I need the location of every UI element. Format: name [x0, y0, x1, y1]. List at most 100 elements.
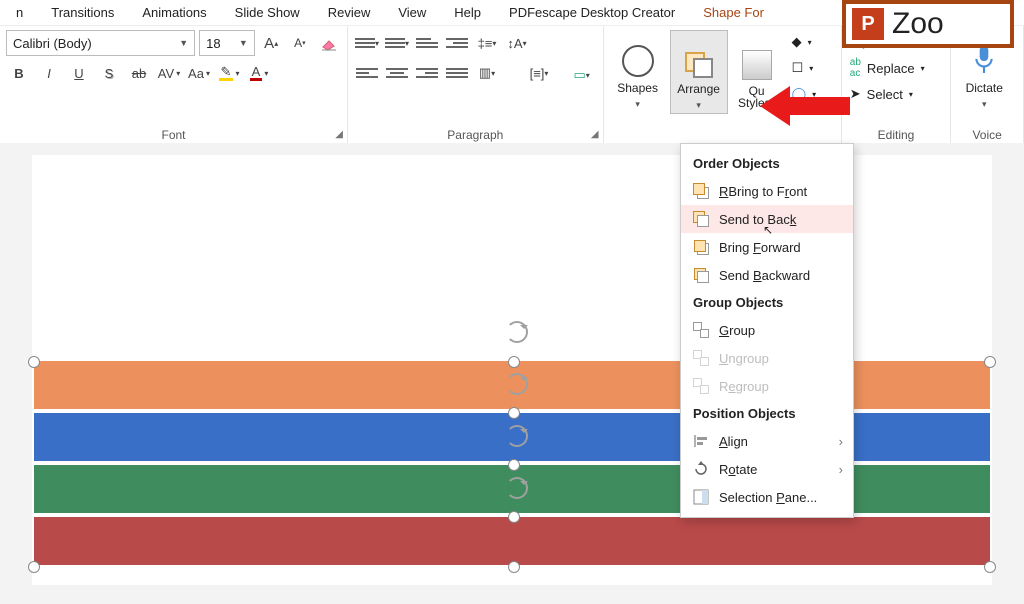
selection-pane-icon: [693, 489, 709, 505]
selection-handle[interactable]: [508, 511, 520, 523]
underline-button[interactable]: U: [66, 60, 92, 86]
text-direction-button[interactable]: ↕A▾: [504, 30, 530, 56]
increase-indent-button[interactable]: [444, 30, 470, 56]
chevron-right-icon: ›: [839, 462, 843, 477]
select-button[interactable]: ➤Select▾: [848, 82, 945, 106]
italic-button[interactable]: I: [36, 60, 62, 86]
send-backward-icon: [693, 267, 709, 283]
selection-handle[interactable]: [28, 356, 40, 368]
menu-align[interactable]: Align ›: [681, 427, 853, 455]
menu-rotate[interactable]: Rotate ›: [681, 455, 853, 483]
chevron-down-icon: ▾: [206, 69, 210, 78]
highlight-icon: ✎: [219, 66, 234, 81]
eraser-icon: [320, 34, 338, 52]
group-label-editing: Editing: [848, 126, 945, 142]
menu-send-to-back[interactable]: Send to Back ↖: [681, 205, 853, 233]
dropdown-header-position: Position Objects: [681, 400, 853, 427]
line-spacing-icon: ‡≡: [478, 36, 493, 51]
group-icon: [693, 322, 709, 338]
rotation-handle[interactable]: [506, 477, 528, 499]
align-text-icon: [≡]: [530, 66, 545, 81]
numbering-button[interactable]: ▾: [384, 30, 410, 56]
overlay-text: Zoo: [892, 7, 944, 41]
justify-button[interactable]: [444, 60, 470, 86]
bullets-icon: [355, 32, 375, 54]
cursor-icon: ➤: [850, 86, 861, 102]
rotation-handle[interactable]: [506, 321, 528, 343]
arrange-button[interactable]: Arrange ▾: [670, 30, 728, 114]
bucket-icon: ◆: [792, 34, 802, 50]
menu-ungroup: Ungroup: [681, 344, 853, 372]
regroup-icon: [693, 378, 709, 394]
align-right-button[interactable]: [414, 60, 440, 86]
selection-handle[interactable]: [508, 561, 520, 573]
tab-transitions[interactable]: Transitions: [37, 2, 128, 23]
selection-handle[interactable]: [508, 407, 520, 419]
menu-bring-forward[interactable]: Bring Forward: [681, 233, 853, 261]
chevron-down-icon: ▼: [239, 38, 248, 48]
bullets-button[interactable]: ▾: [354, 30, 380, 56]
bold-button[interactable]: B: [6, 60, 32, 86]
shape-bar-red[interactable]: [34, 517, 990, 565]
line-spacing-button[interactable]: ‡≡▾: [474, 30, 500, 56]
selection-handle[interactable]: [508, 459, 520, 471]
shape-outline-button[interactable]: ☐▾: [790, 56, 819, 80]
columns-button[interactable]: ▥▾: [474, 60, 500, 86]
font-dialog-launcher[interactable]: ◢: [335, 129, 343, 140]
tab-shape-format[interactable]: Shape For: [689, 2, 778, 23]
menu-group[interactable]: Group: [681, 316, 853, 344]
group-paragraph: ▾ ▾ ‡≡▾ ↕A▾ ▥▾ [≡]▾ ▭▾ Paragraph ◢: [348, 26, 604, 144]
group-label-paragraph: Paragraph: [354, 126, 597, 142]
text-shadow-button[interactable]: S: [96, 60, 122, 86]
paragraph-dialog-launcher[interactable]: ◢: [591, 129, 599, 140]
columns-icon: ▥: [479, 65, 491, 81]
outdent-icon: [416, 32, 438, 54]
tab-pdfescape[interactable]: PDFescape Desktop Creator: [495, 2, 689, 23]
arrange-icon: [685, 52, 713, 78]
tab-help[interactable]: Help: [440, 2, 495, 23]
font-name-combo[interactable]: Calibri (Body) ▼: [6, 30, 195, 56]
font-color-icon: A: [250, 66, 263, 81]
chevron-down-icon: ▼: [179, 38, 188, 48]
text-direction-icon: ↕A: [507, 36, 522, 51]
menu-bring-to-front[interactable]: RBring to Front: [681, 177, 853, 205]
align-text-button[interactable]: [≡]▾: [526, 60, 552, 86]
tab-view[interactable]: View: [384, 2, 440, 23]
chevron-down-icon: ▾: [635, 99, 640, 110]
font-color-button[interactable]: A▾: [246, 60, 272, 86]
change-case-button[interactable]: Aa▾: [186, 60, 212, 86]
justify-icon: [446, 62, 468, 84]
tab-animations[interactable]: Animations: [128, 2, 220, 23]
tab-review[interactable]: Review: [314, 2, 385, 23]
selection-handle[interactable]: [508, 356, 520, 368]
clear-formatting-button[interactable]: [316, 30, 341, 56]
selection-handle[interactable]: [984, 561, 996, 573]
menu-send-backward[interactable]: Send Backward: [681, 261, 853, 289]
align-left-button[interactable]: [354, 60, 380, 86]
smartart-button[interactable]: ▭▾: [569, 62, 595, 88]
quick-styles-icon: [742, 50, 772, 80]
tab-design-partial[interactable]: n: [2, 2, 37, 23]
decrease-indent-button[interactable]: [414, 30, 440, 56]
selection-handle[interactable]: [984, 356, 996, 368]
decrease-font-button[interactable]: A▾: [288, 30, 313, 56]
shapes-icon: [622, 45, 654, 77]
menu-selection-pane[interactable]: Selection Pane...: [681, 483, 853, 511]
shape-fill-button[interactable]: ◆▾: [790, 30, 819, 54]
increase-font-button[interactable]: A▴: [259, 30, 284, 56]
highlight-button[interactable]: ✎▾: [216, 60, 242, 86]
rotation-handle[interactable]: [506, 425, 528, 447]
char-spacing-button[interactable]: AV▾: [156, 60, 182, 86]
group-label-voice: Voice: [957, 126, 1017, 142]
shapes-button[interactable]: Shapes ▾: [610, 30, 666, 112]
font-size-combo[interactable]: 18 ▼: [199, 30, 255, 56]
chevron-right-icon: ›: [839, 434, 843, 449]
microphone-icon: [971, 43, 997, 77]
align-center-button[interactable]: [384, 60, 410, 86]
replace-button[interactable]: abacReplace▾: [848, 56, 945, 80]
selection-handle[interactable]: [28, 561, 40, 573]
powerpoint-logo-icon: P: [852, 8, 884, 40]
tab-slideshow[interactable]: Slide Show: [221, 2, 314, 23]
rotation-handle[interactable]: [506, 373, 528, 395]
strikethrough-button[interactable]: ab: [126, 60, 152, 86]
